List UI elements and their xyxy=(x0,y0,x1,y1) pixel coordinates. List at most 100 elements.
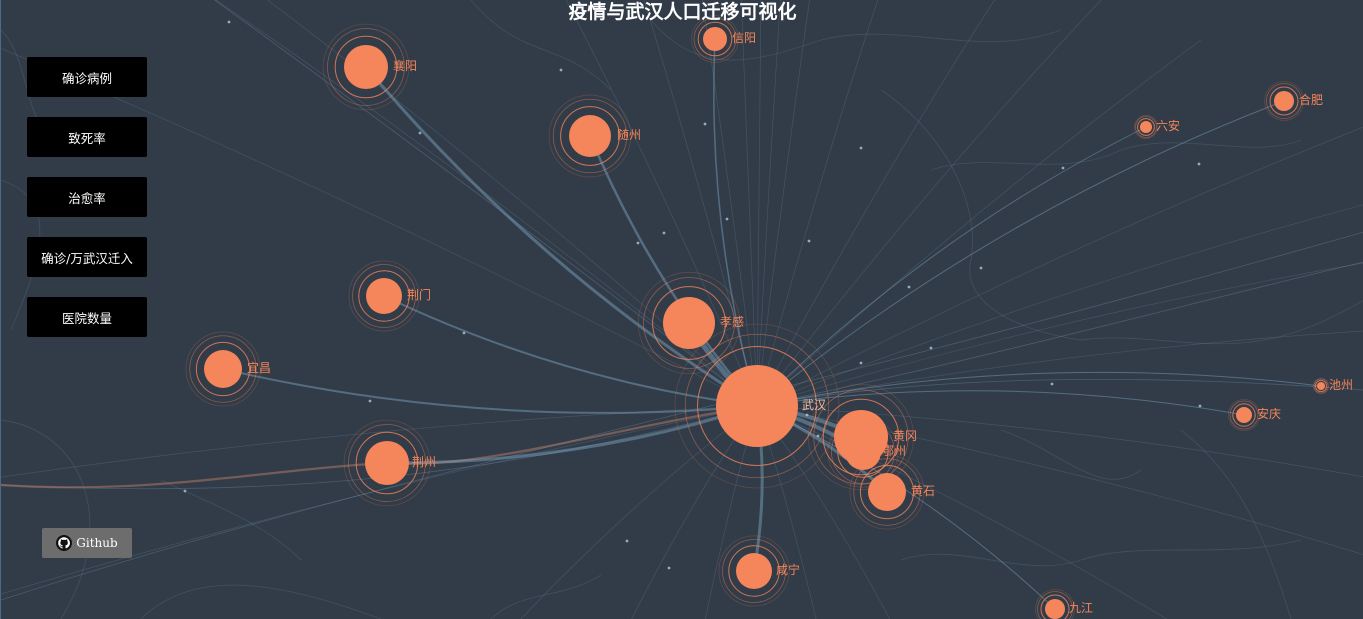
city-label: 孝感 xyxy=(720,314,744,329)
city-circle[interactable] xyxy=(1274,91,1294,111)
border-line xyxy=(1,419,91,619)
city-label: 九江 xyxy=(1069,601,1093,615)
city-markers: 襄阳信阳随州合肥六安荆门孝感宜昌武汉池州安庆黄冈鄂州荆州黄石咸宁九江 xyxy=(185,15,1353,619)
flow-line xyxy=(756,0,1102,407)
border-line xyxy=(1180,429,1292,619)
city-label: 随州 xyxy=(617,127,641,142)
flow-line xyxy=(756,0,879,407)
flow-particle xyxy=(183,489,187,493)
border-line xyxy=(900,539,1302,567)
city-label: 咸宁 xyxy=(776,562,800,577)
migration-map[interactable]: 襄阳信阳随州合肥六安荆门孝感宜昌武汉池州安庆黄冈鄂州荆州黄石咸宁九江 xyxy=(1,0,1363,619)
city-label: 黄石 xyxy=(911,484,935,498)
flow-line xyxy=(756,0,995,407)
city-label: 襄阳 xyxy=(393,58,417,73)
city-marker[interactable]: 襄阳 xyxy=(322,23,417,111)
city-label: 池州 xyxy=(1329,378,1353,392)
city-marker[interactable]: 武汉 xyxy=(674,323,840,489)
flow-line xyxy=(214,0,758,407)
flow-particle xyxy=(1198,404,1202,408)
border-line xyxy=(140,584,382,619)
city-marker[interactable]: 荆门 xyxy=(348,260,431,332)
city-marker[interactable]: 荆州 xyxy=(343,419,436,507)
confirmed-cases-button[interactable]: 确诊病例 xyxy=(27,57,147,97)
github-icon xyxy=(56,535,73,551)
city-circle[interactable] xyxy=(569,115,611,157)
flow-particle xyxy=(667,566,671,570)
city-marker[interactable]: 宜昌 xyxy=(185,331,271,407)
border-line xyxy=(160,479,302,561)
city-circle[interactable] xyxy=(1317,382,1325,390)
flow-line xyxy=(215,0,758,407)
city-label: 六安 xyxy=(1156,118,1180,133)
flow-particle xyxy=(1197,162,1201,166)
border-line xyxy=(880,89,1082,341)
city-circle[interactable] xyxy=(703,27,727,51)
flow-particle xyxy=(807,239,811,243)
hospital-count-button[interactable]: 医院数量 xyxy=(27,297,147,337)
city-marker[interactable]: 六安 xyxy=(1133,114,1180,140)
border-line xyxy=(930,139,1302,171)
city-marker[interactable]: 合肥 xyxy=(1264,81,1324,121)
city-circle[interactable] xyxy=(736,553,772,589)
flow-particle xyxy=(859,361,863,365)
page-title: 疫情与武汉人口迁移可视化 xyxy=(568,1,797,23)
city-label: 宜昌 xyxy=(247,360,271,375)
city-circle[interactable] xyxy=(366,278,402,314)
flow-line xyxy=(741,0,758,407)
flow-line xyxy=(520,405,758,619)
map-stage[interactable]: 襄阳 信阳 随州 合肥 六安 荆门 孝感 宜昌 武汉 池州 安庆 黄冈 鄂州 荆州 黄石 咸宁 九江 疫情与武汉… xyxy=(0,0,1363,619)
flow-line xyxy=(756,100,1285,407)
city-circle[interactable] xyxy=(1236,407,1252,423)
city-circle[interactable] xyxy=(716,365,798,447)
flow-particle xyxy=(907,285,911,289)
city-marker[interactable]: 池州 xyxy=(1312,377,1353,395)
flow-particle xyxy=(625,539,629,543)
flow-particle xyxy=(859,146,863,150)
fatality-rate-button[interactable]: 致死率 xyxy=(27,117,147,157)
city-label: 安庆 xyxy=(1257,406,1281,421)
flow-particle xyxy=(1061,166,1065,170)
flow-particle xyxy=(559,68,563,72)
city-circle[interactable] xyxy=(845,434,881,470)
city-label: 荆门 xyxy=(407,287,431,302)
city-circle[interactable] xyxy=(1045,599,1065,619)
city-marker[interactable]: 咸宁 xyxy=(718,535,800,607)
flow-line xyxy=(756,204,1363,407)
border-line xyxy=(1000,429,1142,480)
flow-particle xyxy=(636,241,640,245)
github-button[interactable]: Github xyxy=(42,528,132,558)
city-circle[interactable] xyxy=(204,350,242,388)
flow-line xyxy=(756,330,1363,407)
border-line xyxy=(1080,300,1363,345)
flow-line xyxy=(756,0,810,407)
flow-particle xyxy=(1050,382,1054,386)
city-label: 合肥 xyxy=(1299,92,1323,107)
city-marker[interactable]: 九江 xyxy=(1035,589,1094,619)
city-circle[interactable] xyxy=(365,441,409,485)
cure-rate-button[interactable]: 治愈率 xyxy=(27,177,147,217)
flow-particles xyxy=(183,20,1202,570)
flow-particle xyxy=(462,331,466,335)
city-marker[interactable]: 安庆 xyxy=(1228,398,1281,431)
border-line xyxy=(490,574,602,619)
flow-particle xyxy=(805,413,809,417)
city-circle[interactable] xyxy=(344,45,388,89)
flow-particle xyxy=(816,434,820,438)
flow-line xyxy=(756,39,1202,407)
city-marker[interactable]: 随州 xyxy=(548,94,641,178)
confirmed-per-migration-button[interactable]: 确诊/万武汉迁入 xyxy=(27,237,147,277)
flow-particle xyxy=(662,231,666,235)
flow-line xyxy=(756,126,1363,407)
flow-line xyxy=(565,0,758,407)
city-circle[interactable] xyxy=(868,473,906,511)
flow-particle xyxy=(418,131,422,135)
github-label: Github xyxy=(76,536,118,550)
city-circle[interactable] xyxy=(1140,121,1152,133)
flow-particle xyxy=(979,266,983,270)
flow-particle xyxy=(703,122,707,126)
flow-line xyxy=(364,65,759,408)
flow-particle xyxy=(929,346,933,350)
flow-line xyxy=(222,368,758,414)
flow-particle xyxy=(725,217,729,221)
